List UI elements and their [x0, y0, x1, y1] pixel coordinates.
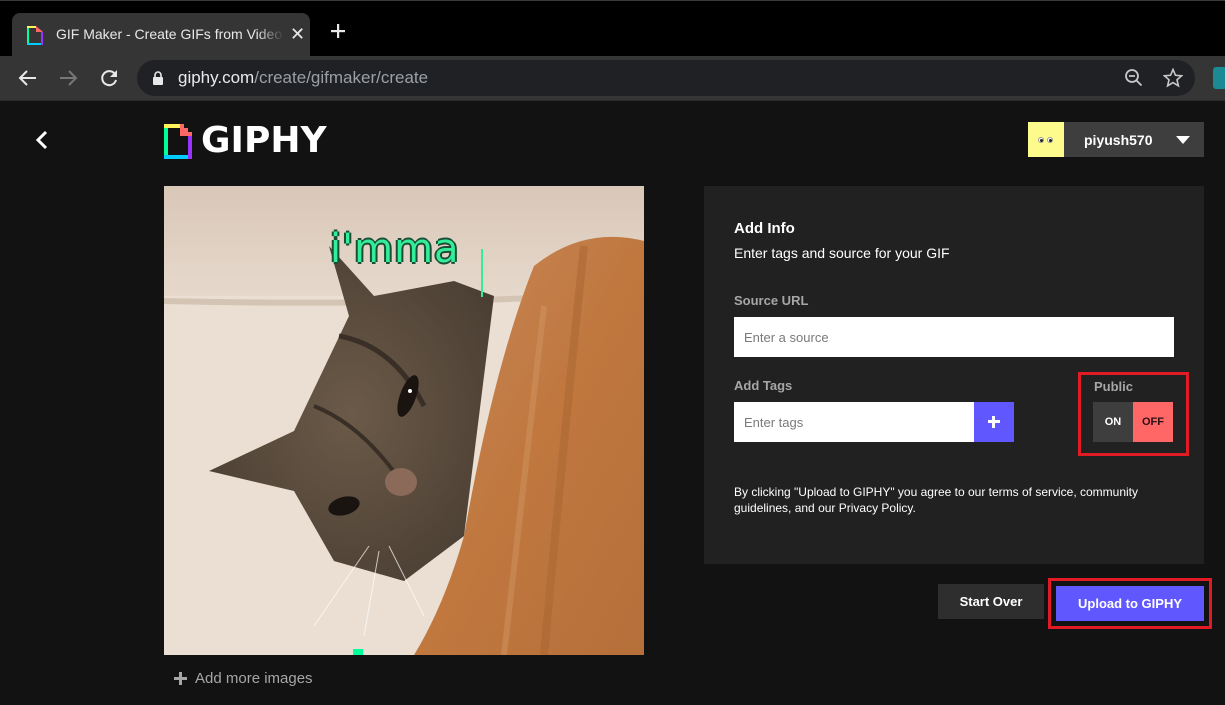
source-url-label: Source URL [734, 293, 809, 308]
public-off-option[interactable]: OFF [1133, 402, 1173, 442]
forward-icon[interactable] [56, 66, 80, 90]
giphy-logo[interactable]: GIPHY [164, 123, 327, 159]
caption-drag-handle[interactable] [353, 649, 363, 655]
bookmark-star-icon[interactable] [1163, 68, 1183, 88]
address-bar[interactable]: giphy.com/create/gifmaker/create [137, 60, 1195, 96]
username: piyush570 [1084, 131, 1153, 148]
add-tag-button[interactable] [974, 402, 1014, 442]
panel-title: Add Info [734, 220, 795, 237]
source-url-input[interactable] [734, 317, 1174, 357]
back-chevron-icon[interactable] [34, 129, 50, 151]
tags-input[interactable] [734, 402, 974, 442]
public-toggle[interactable]: ON OFF [1093, 402, 1173, 442]
url-text: giphy.com/create/gifmaker/create [178, 68, 429, 87]
giphy-logo-icon [164, 123, 192, 159]
lock-icon [153, 71, 163, 85]
panel-subtitle: Enter tags and source for your GIF [734, 245, 950, 261]
back-icon[interactable] [16, 66, 40, 90]
browser-toolbar: giphy.com/create/gifmaker/create [0, 56, 1225, 101]
add-more-images-label: Add more images [195, 670, 313, 687]
upload-to-giphy-button[interactable]: Upload to GIPHY [1056, 586, 1204, 621]
giphy-page: GIPHY piyush570 i'mma Add more images Ad… [0, 102, 1225, 705]
plus-icon [174, 672, 187, 685]
tab-title: GIF Maker - Create GIFs from Videos, Ima… [56, 26, 284, 42]
start-over-button[interactable]: Start Over [938, 584, 1044, 619]
add-more-images-button[interactable]: Add more images [174, 670, 313, 687]
avatar-eye-icon [1038, 137, 1044, 143]
avatar [1028, 122, 1064, 157]
add-info-panel: Add Info Enter tags and source for your … [704, 186, 1204, 564]
new-tab-icon[interactable] [328, 21, 348, 41]
avatar-eye-icon [1047, 137, 1053, 143]
extension-icon[interactable] [1213, 67, 1225, 89]
giphy-favicon-icon [27, 26, 43, 45]
reload-icon[interactable] [97, 66, 121, 90]
giphy-logo-text: GIPHY [201, 120, 327, 161]
public-label: Public [1094, 379, 1134, 394]
caret-down-icon[interactable] [1176, 136, 1190, 144]
text-cursor [481, 249, 483, 297]
gif-caption-text[interactable]: i'mma [330, 226, 460, 272]
add-tags-label: Add Tags [734, 378, 793, 393]
terms-text: By clicking "Upload to GIPHY" you agree … [734, 485, 1139, 515]
user-menu[interactable]: piyush570 [1028, 122, 1204, 157]
browser-tab[interactable]: GIF Maker - Create GIFs from Videos, Ima… [12, 13, 310, 57]
public-toggle-highlight: Public ON OFF [1078, 372, 1189, 456]
zoom-out-icon[interactable] [1124, 68, 1144, 88]
browser-tab-strip: GIF Maker - Create GIFs from Videos, Ima… [0, 0, 1225, 57]
tab-close-icon[interactable]: ✕ [290, 25, 305, 43]
gif-preview: i'mma [164, 186, 644, 655]
public-on-option[interactable]: ON [1093, 402, 1133, 442]
